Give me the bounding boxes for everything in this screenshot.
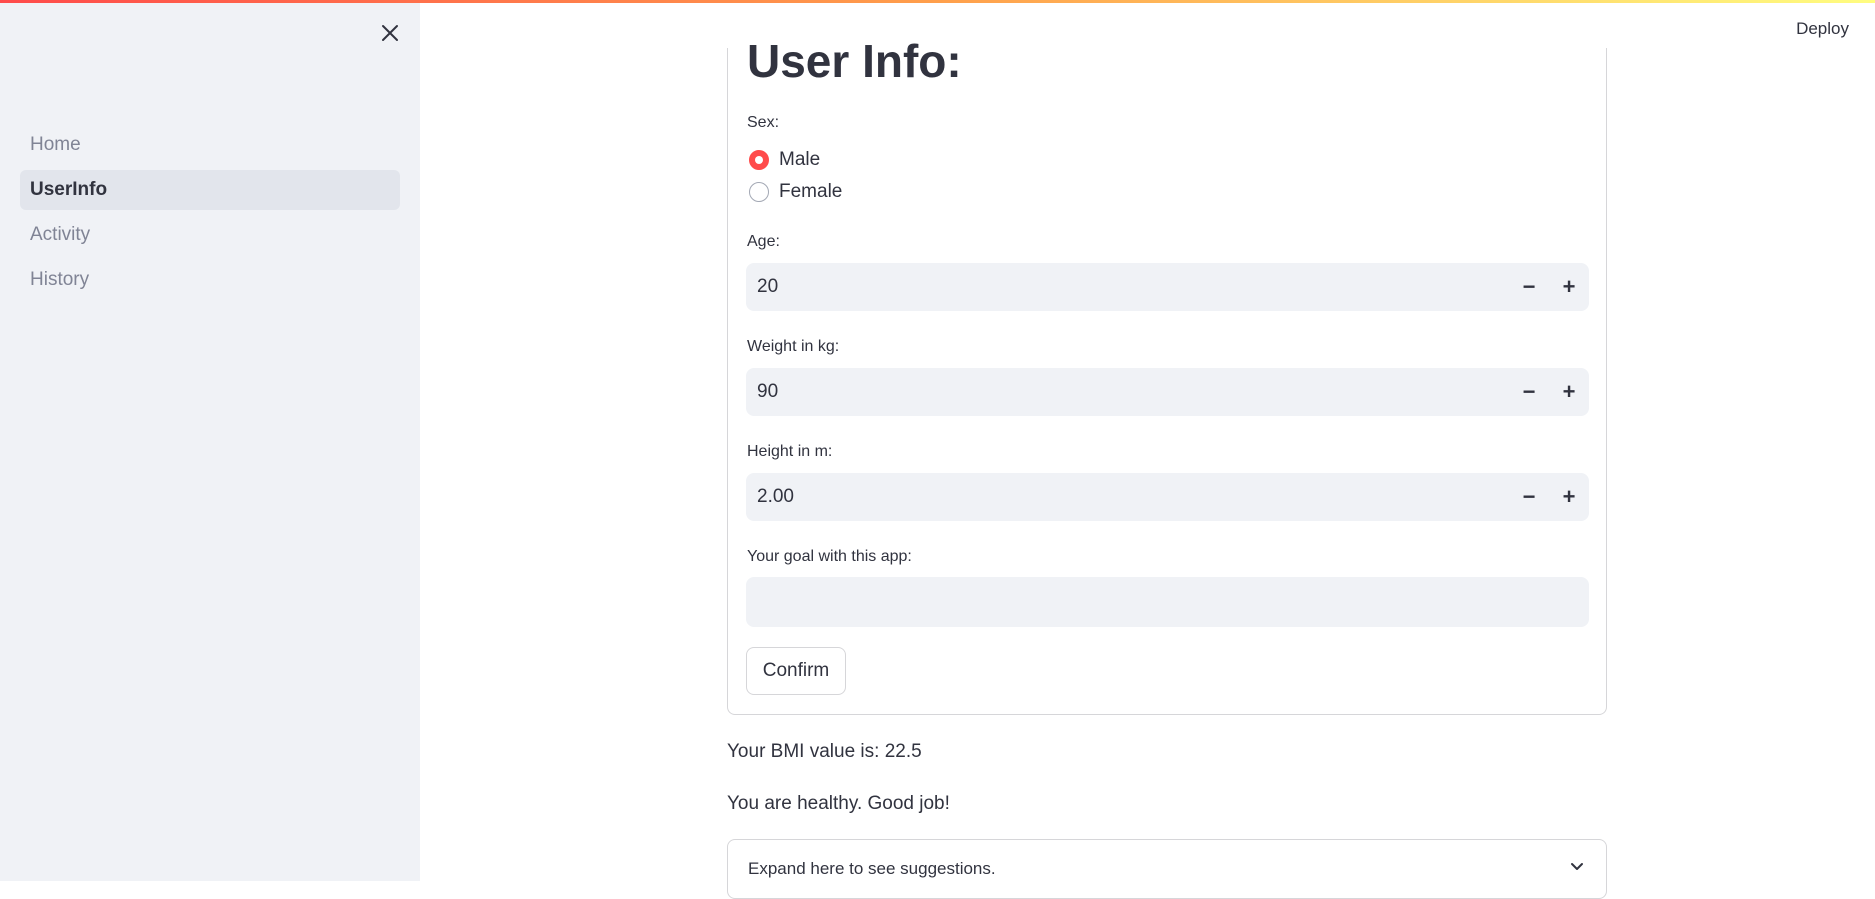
sidebar-nav: Home UserInfo Activity History — [20, 125, 400, 305]
health-status-text: You are healthy. Good job! — [727, 793, 950, 814]
confirm-button[interactable]: Confirm — [746, 647, 846, 695]
height-label: Height in m: — [747, 443, 833, 460]
radio-option-male[interactable]: Male — [749, 149, 820, 171]
goal-label: Your goal with this app: — [747, 548, 912, 565]
goal-input[interactable] — [746, 577, 1589, 627]
weight-increment-button[interactable]: + — [1549, 368, 1589, 416]
radio-label-female: Female — [779, 181, 843, 202]
sidebar-item-activity[interactable]: Activity — [20, 215, 400, 255]
chevron-down-icon — [1571, 863, 1583, 870]
sidebar-item-label: Activity — [30, 224, 91, 245]
radio-label-male: Male — [779, 149, 821, 170]
weight-stepper: 90 − + — [746, 368, 1589, 416]
sidebar-item-home[interactable]: Home — [20, 125, 400, 165]
age-increment-button[interactable]: + — [1549, 263, 1589, 311]
expander-label: Expand here to see suggestions. — [748, 859, 996, 878]
close-sidebar-button[interactable] — [377, 20, 403, 46]
sidebar-item-label: Home — [30, 134, 81, 155]
weight-decrement-button[interactable]: − — [1509, 368, 1549, 416]
age-stepper: 20 − + — [746, 263, 1589, 311]
radio-option-female[interactable]: Female — [749, 181, 842, 203]
top-decoration-stripe — [0, 0, 1875, 3]
sidebar-item-label: History — [30, 269, 90, 290]
height-stepper: 2.00 − + — [746, 473, 1589, 521]
height-input[interactable]: 2.00 — [746, 486, 1509, 508]
deploy-button[interactable]: Deploy — [1796, 19, 1849, 39]
suggestions-expander[interactable]: Expand here to see suggestions. — [727, 839, 1607, 899]
close-icon — [382, 25, 398, 41]
radio-checked-icon — [749, 150, 769, 170]
weight-input[interactable]: 90 — [746, 381, 1509, 403]
age-decrement-button[interactable]: − — [1509, 263, 1549, 311]
age-input[interactable]: 20 — [746, 276, 1509, 298]
height-decrement-button[interactable]: − — [1509, 473, 1549, 521]
sidebar-item-label: UserInfo — [30, 179, 108, 200]
sidebar-item-userinfo[interactable]: UserInfo — [20, 170, 400, 210]
sex-label: Sex: — [747, 114, 780, 131]
bmi-result-text: Your BMI value is: 22.5 — [727, 741, 922, 762]
weight-label: Weight in kg: — [747, 338, 840, 355]
sidebar: Home UserInfo Activity History — [0, 0, 420, 881]
height-increment-button[interactable]: + — [1549, 473, 1589, 521]
sidebar-item-history[interactable]: History — [20, 260, 400, 300]
page-title: User Info: — [747, 35, 962, 79]
age-label: Age: — [747, 233, 780, 250]
radio-unchecked-icon — [749, 182, 769, 202]
